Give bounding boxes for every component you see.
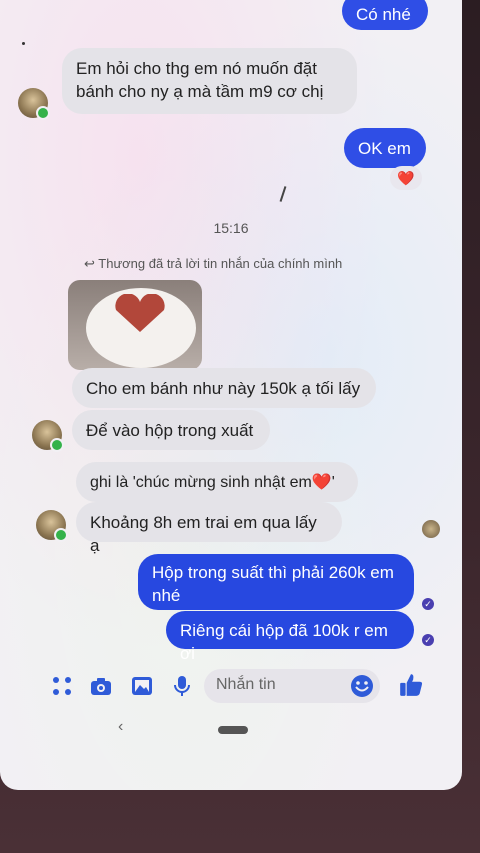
delivered-check-icon: ✓	[422, 634, 434, 646]
reply-note-text: Thương đã trả lời tin nhắn của chính mìn…	[98, 256, 343, 271]
delivered-check-icon: ✓	[422, 598, 434, 610]
cake-heart	[115, 294, 165, 332]
apps-grid-icon[interactable]	[50, 674, 74, 698]
back-nav-icon[interactable]: ‹	[118, 718, 123, 736]
message-text: ghi là 'chúc mừng sinh nhật em❤️'	[90, 474, 335, 491]
emoji-icon[interactable]	[350, 674, 374, 698]
seen-avatar	[422, 520, 440, 538]
reaction-heart[interactable]: ❤️	[390, 166, 422, 190]
contact-avatar[interactable]	[36, 510, 68, 542]
message-text: OK em	[358, 139, 411, 158]
contact-avatar[interactable]	[32, 420, 64, 452]
message-text: Để vào hộp trong xuất	[86, 421, 254, 440]
microphone-icon[interactable]	[170, 674, 194, 698]
message-outgoing[interactable]: Có nhé	[342, 0, 428, 30]
camera-icon[interactable]	[89, 674, 113, 698]
reply-icon: ↩	[84, 256, 99, 271]
online-indicator	[36, 106, 50, 120]
message-text: Em hỏi cho thg em nó muốn đặt bánh cho n…	[76, 59, 324, 101]
reply-note: ↩ Thương đã trả lời tin nhắn của chính m…	[84, 256, 342, 272]
message-incoming[interactable]: ghi là 'chúc mừng sinh nhật em❤️'	[76, 462, 358, 502]
message-text: Cho em bánh như này 150k ạ tối lấy	[86, 379, 361, 398]
online-indicator	[50, 438, 64, 452]
slash-mark	[279, 186, 287, 202]
message-incoming[interactable]: Khoảng 8h em trai em qua lấy ạ	[76, 502, 342, 555]
chat-screen: Có nhé Em hỏi cho thg em nó muốn đặt bán…	[0, 0, 462, 790]
message-outgoing[interactable]: Hộp trong suất thì phải 260k em nhé	[138, 554, 414, 610]
message-input-placeholder: Nhắn tin	[216, 676, 276, 693]
online-indicator	[54, 528, 68, 542]
message-outgoing[interactable]: Riêng cái hộp đã 100k r em ơi	[166, 611, 414, 663]
message-incoming[interactable]: Để vào hộp trong xuất	[72, 410, 270, 450]
contact-avatar[interactable]	[18, 88, 50, 120]
cake-photo[interactable]	[68, 280, 202, 370]
message-text: Có nhé	[356, 5, 411, 24]
message-incoming[interactable]: Em hỏi cho thg em nó muốn đặt bánh cho n…	[62, 48, 357, 114]
thumbs-up-icon[interactable]	[398, 672, 424, 698]
dot-mark	[22, 42, 25, 45]
message-outgoing[interactable]: OK em	[344, 128, 426, 168]
message-text: Khoảng 8h em trai em qua lấy ạ	[90, 513, 317, 555]
message-text: Riêng cái hộp đã 100k r em ơi	[180, 621, 388, 663]
message-incoming[interactable]: Cho em bánh như này 150k ạ tối lấy	[72, 368, 376, 408]
gallery-icon[interactable]	[130, 674, 154, 698]
home-pill[interactable]	[218, 726, 248, 734]
timestamp: 15:16	[213, 220, 249, 236]
message-text: Hộp trong suất thì phải 260k em nhé	[152, 563, 394, 605]
